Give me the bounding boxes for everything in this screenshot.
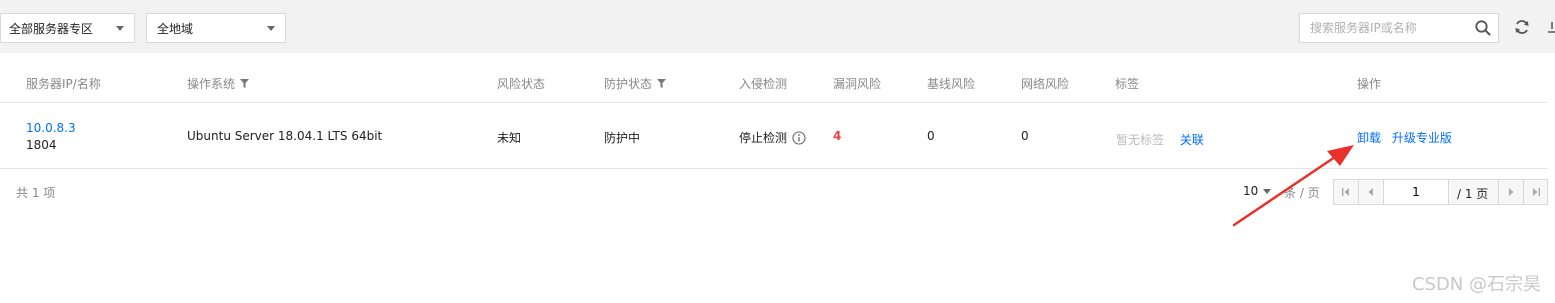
header-actions: 操作 (1357, 77, 1382, 91)
prev-page-icon (1368, 188, 1373, 196)
search-icon[interactable] (1474, 19, 1492, 37)
next-page-button[interactable] (1499, 180, 1523, 204)
protect-status-cell: 防护中 (604, 131, 641, 145)
server-cell: 10.0.8.3 1804 (26, 120, 76, 154)
first-page-button[interactable] (1334, 180, 1358, 204)
upgrade-pro-link[interactable]: 升级专业版 (1392, 131, 1452, 145)
header-intrusion: 入侵检测 (739, 77, 788, 91)
filter-icon[interactable] (657, 79, 667, 88)
last-page-button[interactable] (1524, 180, 1548, 204)
zone-select[interactable]: 全部服务器专区 (0, 13, 135, 43)
row-divider (0, 168, 1548, 169)
header-risk-status: 风险状态 (497, 77, 546, 91)
chevron-down-icon (1263, 188, 1272, 194)
total-pages: / 1 页 (1457, 187, 1489, 201)
refresh-icon[interactable] (1512, 17, 1532, 37)
header-divider (0, 102, 1548, 103)
total-count: 共 1 项 (16, 186, 56, 200)
page-size-select[interactable]: 10 (1243, 184, 1272, 198)
region-select-value: 全地域 (157, 21, 194, 36)
pager-divider (1448, 180, 1449, 204)
vuln-risk-count[interactable]: 4 (833, 129, 841, 143)
header-server: 服务器IP/名称 (26, 77, 101, 91)
uninstall-link[interactable]: 卸载 (1357, 131, 1381, 145)
os-cell: Ubuntu Server 18.04.1 LTS 64bit (187, 129, 383, 143)
associate-tag-link[interactable]: 关联 (1180, 133, 1204, 147)
header-protect-status: 防护状态 (604, 75, 667, 92)
prev-page-button[interactable] (1359, 180, 1383, 204)
download-icon[interactable] (1548, 20, 1555, 34)
risk-status-cell: 未知 (497, 131, 522, 145)
network-risk-count: 0 (1021, 129, 1029, 143)
actions-cell: 卸载 升级专业版 (1357, 129, 1452, 146)
region-select[interactable]: 全地域 (146, 13, 286, 43)
intrusion-status: 停止检测 (739, 131, 788, 145)
search-box (1299, 13, 1499, 43)
search-input[interactable] (1300, 14, 1460, 42)
server-name: 1804 (26, 138, 57, 152)
tags-cell: 暂无标签 关联 (1116, 131, 1204, 148)
header-tags: 标签 (1115, 77, 1140, 91)
baseline-risk-count: 0 (927, 129, 935, 143)
next-page-icon (1509, 188, 1514, 196)
page-number-input[interactable] (1384, 180, 1448, 204)
first-page-icon (1342, 188, 1349, 196)
chevron-down-icon (116, 26, 124, 31)
pagination: / 1 页 (1333, 179, 1548, 205)
toolbar: 全部服务器专区 全地域 (0, 0, 1555, 53)
last-page-icon (1533, 188, 1540, 196)
header-vuln-risk: 漏洞风险 (833, 77, 882, 91)
header-network-risk: 网络风险 (1021, 77, 1070, 91)
no-tags-text: 暂无标签 (1116, 133, 1165, 147)
chevron-down-icon (267, 26, 275, 31)
watermark: CSDN @石宗昊 (1411, 274, 1541, 295)
server-ip-link[interactable]: 10.0.8.3 (26, 120, 76, 137)
header-baseline-risk: 基线风险 (927, 77, 976, 91)
info-icon[interactable] (792, 130, 806, 145)
per-page-label: 条 / 页 (1284, 186, 1320, 200)
filter-icon[interactable] (240, 79, 250, 88)
intrusion-cell: 停止检测 (739, 129, 806, 146)
header-os: 操作系统 (187, 75, 250, 92)
zone-select-value: 全部服务器专区 (9, 21, 94, 36)
page-size-value: 10 (1243, 184, 1259, 198)
